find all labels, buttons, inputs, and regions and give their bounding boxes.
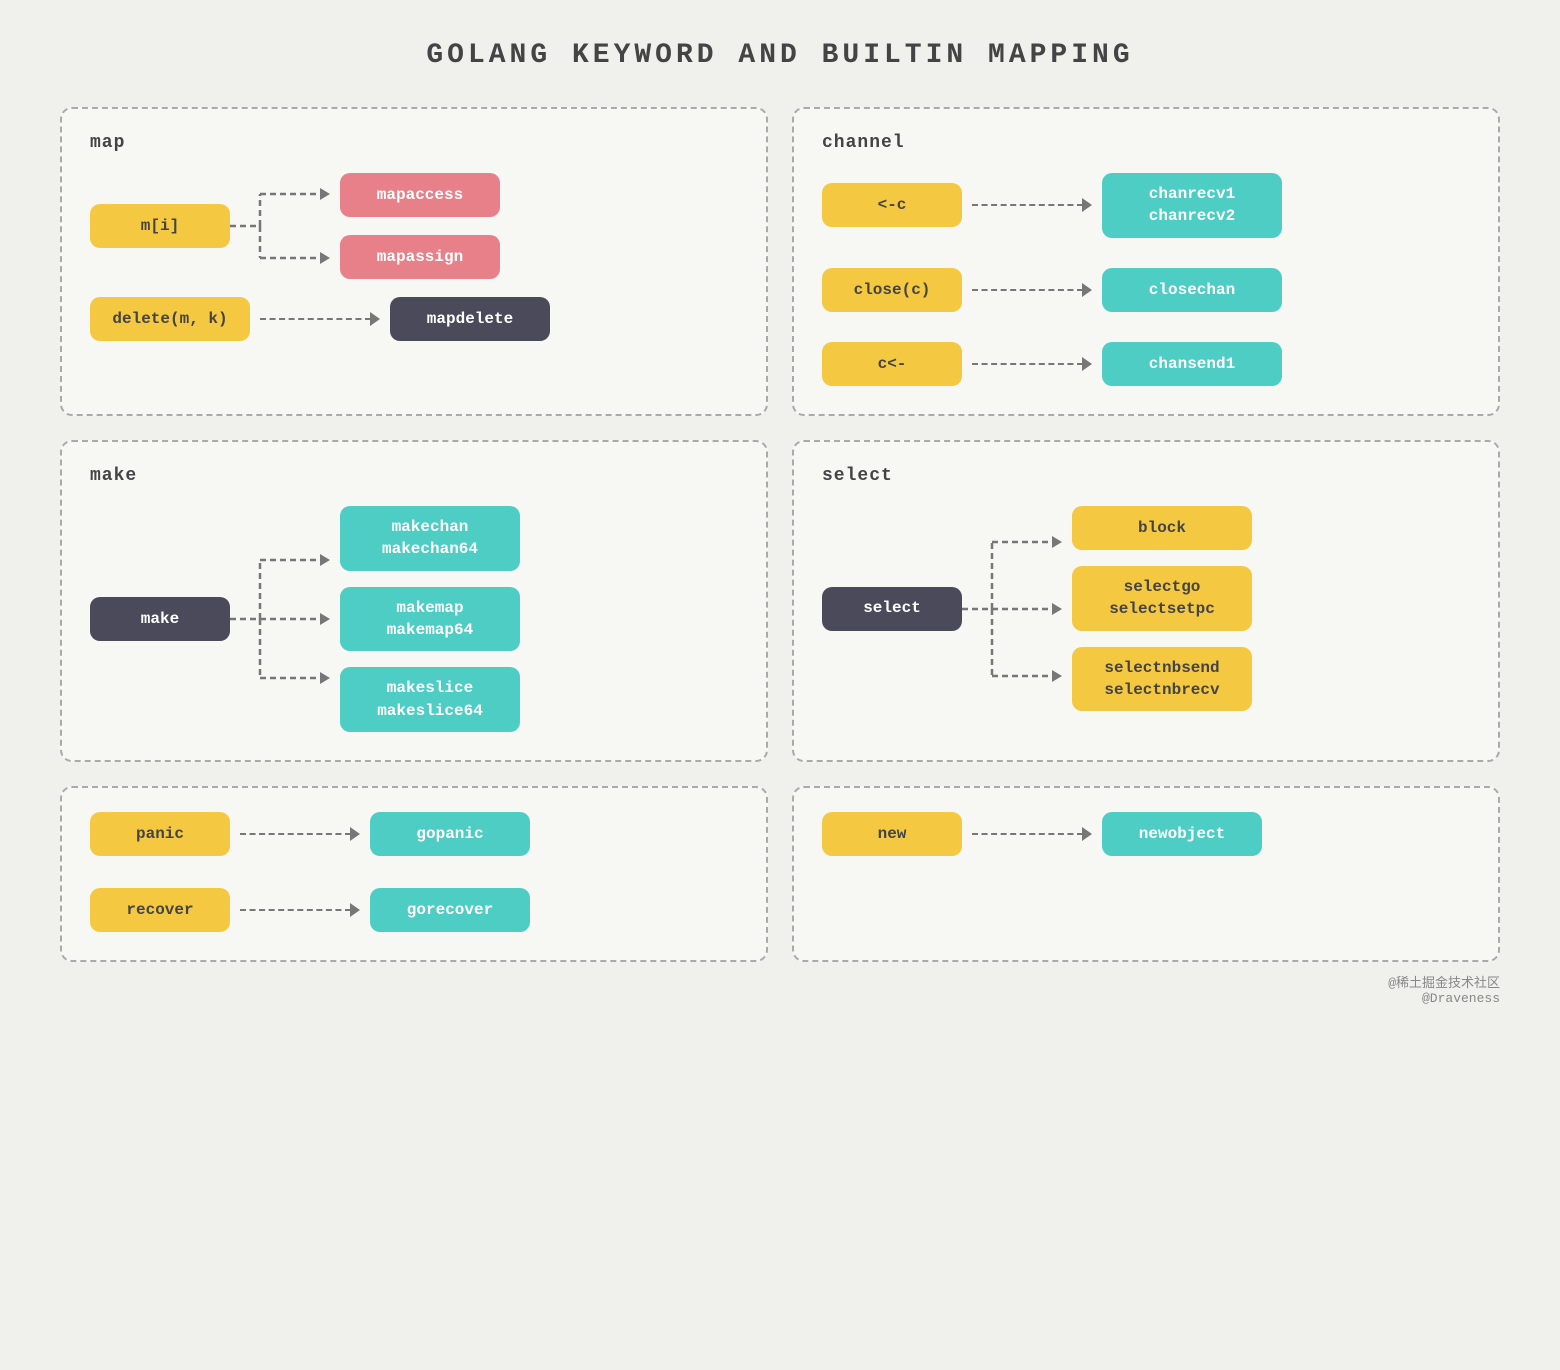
node-mapdelete: mapdelete — [390, 297, 550, 341]
select-section: select select block selectgo selectse — [792, 440, 1500, 762]
node-make: make — [90, 597, 230, 641]
channel-label: channel — [822, 133, 1470, 153]
watermark-line2: @Draveness — [60, 991, 1500, 1006]
channel-row-1: close(c) closechan — [822, 268, 1470, 312]
node-makechan: makechan makechan64 — [340, 506, 520, 571]
node-recover: recover — [90, 888, 230, 932]
node-mapaccess: mapaccess — [340, 173, 500, 217]
make-label: make — [90, 466, 738, 486]
node-new: new — [822, 812, 962, 856]
watermark: @稀土掘金技术社区 @Draveness — [60, 972, 1500, 1006]
node-chanrecv: chanrecv1 chanrecv2 — [1102, 173, 1282, 238]
channel-section: channel <-c chanrecv1 chanrecv2 close(c)… — [792, 107, 1500, 416]
node-closechan: closechan — [1102, 268, 1282, 312]
arrow-chanrecv — [972, 198, 1092, 212]
recover-row: recover gorecover — [90, 888, 738, 932]
arrow-gopanic — [240, 827, 360, 841]
node-newobject: newobject — [1102, 812, 1262, 856]
arrow-gorecover — [240, 903, 360, 917]
node-close-c: close(c) — [822, 268, 962, 312]
fork-arrow-mi — [230, 176, 340, 276]
map-label: map — [90, 133, 738, 153]
make-section: make make makechan makechan64 — [60, 440, 768, 762]
node-gopanic: gopanic — [370, 812, 530, 856]
node-delete: delete(m, k) — [90, 297, 250, 341]
arrow-chansend — [972, 357, 1092, 371]
node-recv-c: <-c — [822, 183, 962, 227]
node-selectnb: selectnbsend selectnbrecv — [1072, 647, 1252, 712]
arrow-mapdelete — [260, 312, 380, 326]
node-makeslice: makeslice makeslice64 — [340, 667, 520, 732]
node-panic: panic — [90, 812, 230, 856]
node-mi: m[i] — [90, 204, 230, 248]
main-title: GOLANG KEYWORD AND BUILTIN MAPPING — [426, 40, 1133, 71]
channel-row-0: <-c chanrecv1 chanrecv2 — [822, 173, 1470, 238]
node-makemap: makemap makemap64 — [340, 587, 520, 652]
panic-recover-section: panic gopanic recover gorecover — [60, 786, 768, 962]
fork-arrow-make — [230, 534, 340, 704]
node-c-send: c<- — [822, 342, 962, 386]
map-section: map m[i] mapaccess mapassign de — [60, 107, 768, 416]
select-label: select — [822, 466, 1470, 486]
panic-recover-layout: panic gopanic recover gorecover — [90, 812, 738, 932]
watermark-line1: @稀土掘金技术社区 — [60, 972, 1500, 991]
new-row: new newobject — [822, 812, 1470, 856]
node-block: block — [1072, 506, 1252, 550]
node-mapassign: mapassign — [340, 235, 500, 279]
arrow-newobject — [972, 827, 1092, 841]
node-chansend: chansend1 — [1102, 342, 1282, 386]
new-section: new newobject — [792, 786, 1500, 962]
new-layout: new newobject — [822, 812, 1470, 856]
fork-arrow-select — [962, 514, 1072, 704]
panic-row: panic gopanic — [90, 812, 738, 856]
node-selectgo: selectgo selectsetpc — [1072, 566, 1252, 631]
node-select: select — [822, 587, 962, 631]
channel-layout: <-c chanrecv1 chanrecv2 close(c) closech… — [822, 173, 1470, 386]
arrow-closechan — [972, 283, 1092, 297]
channel-row-2: c<- chansend1 — [822, 342, 1470, 386]
node-gorecover: gorecover — [370, 888, 530, 932]
